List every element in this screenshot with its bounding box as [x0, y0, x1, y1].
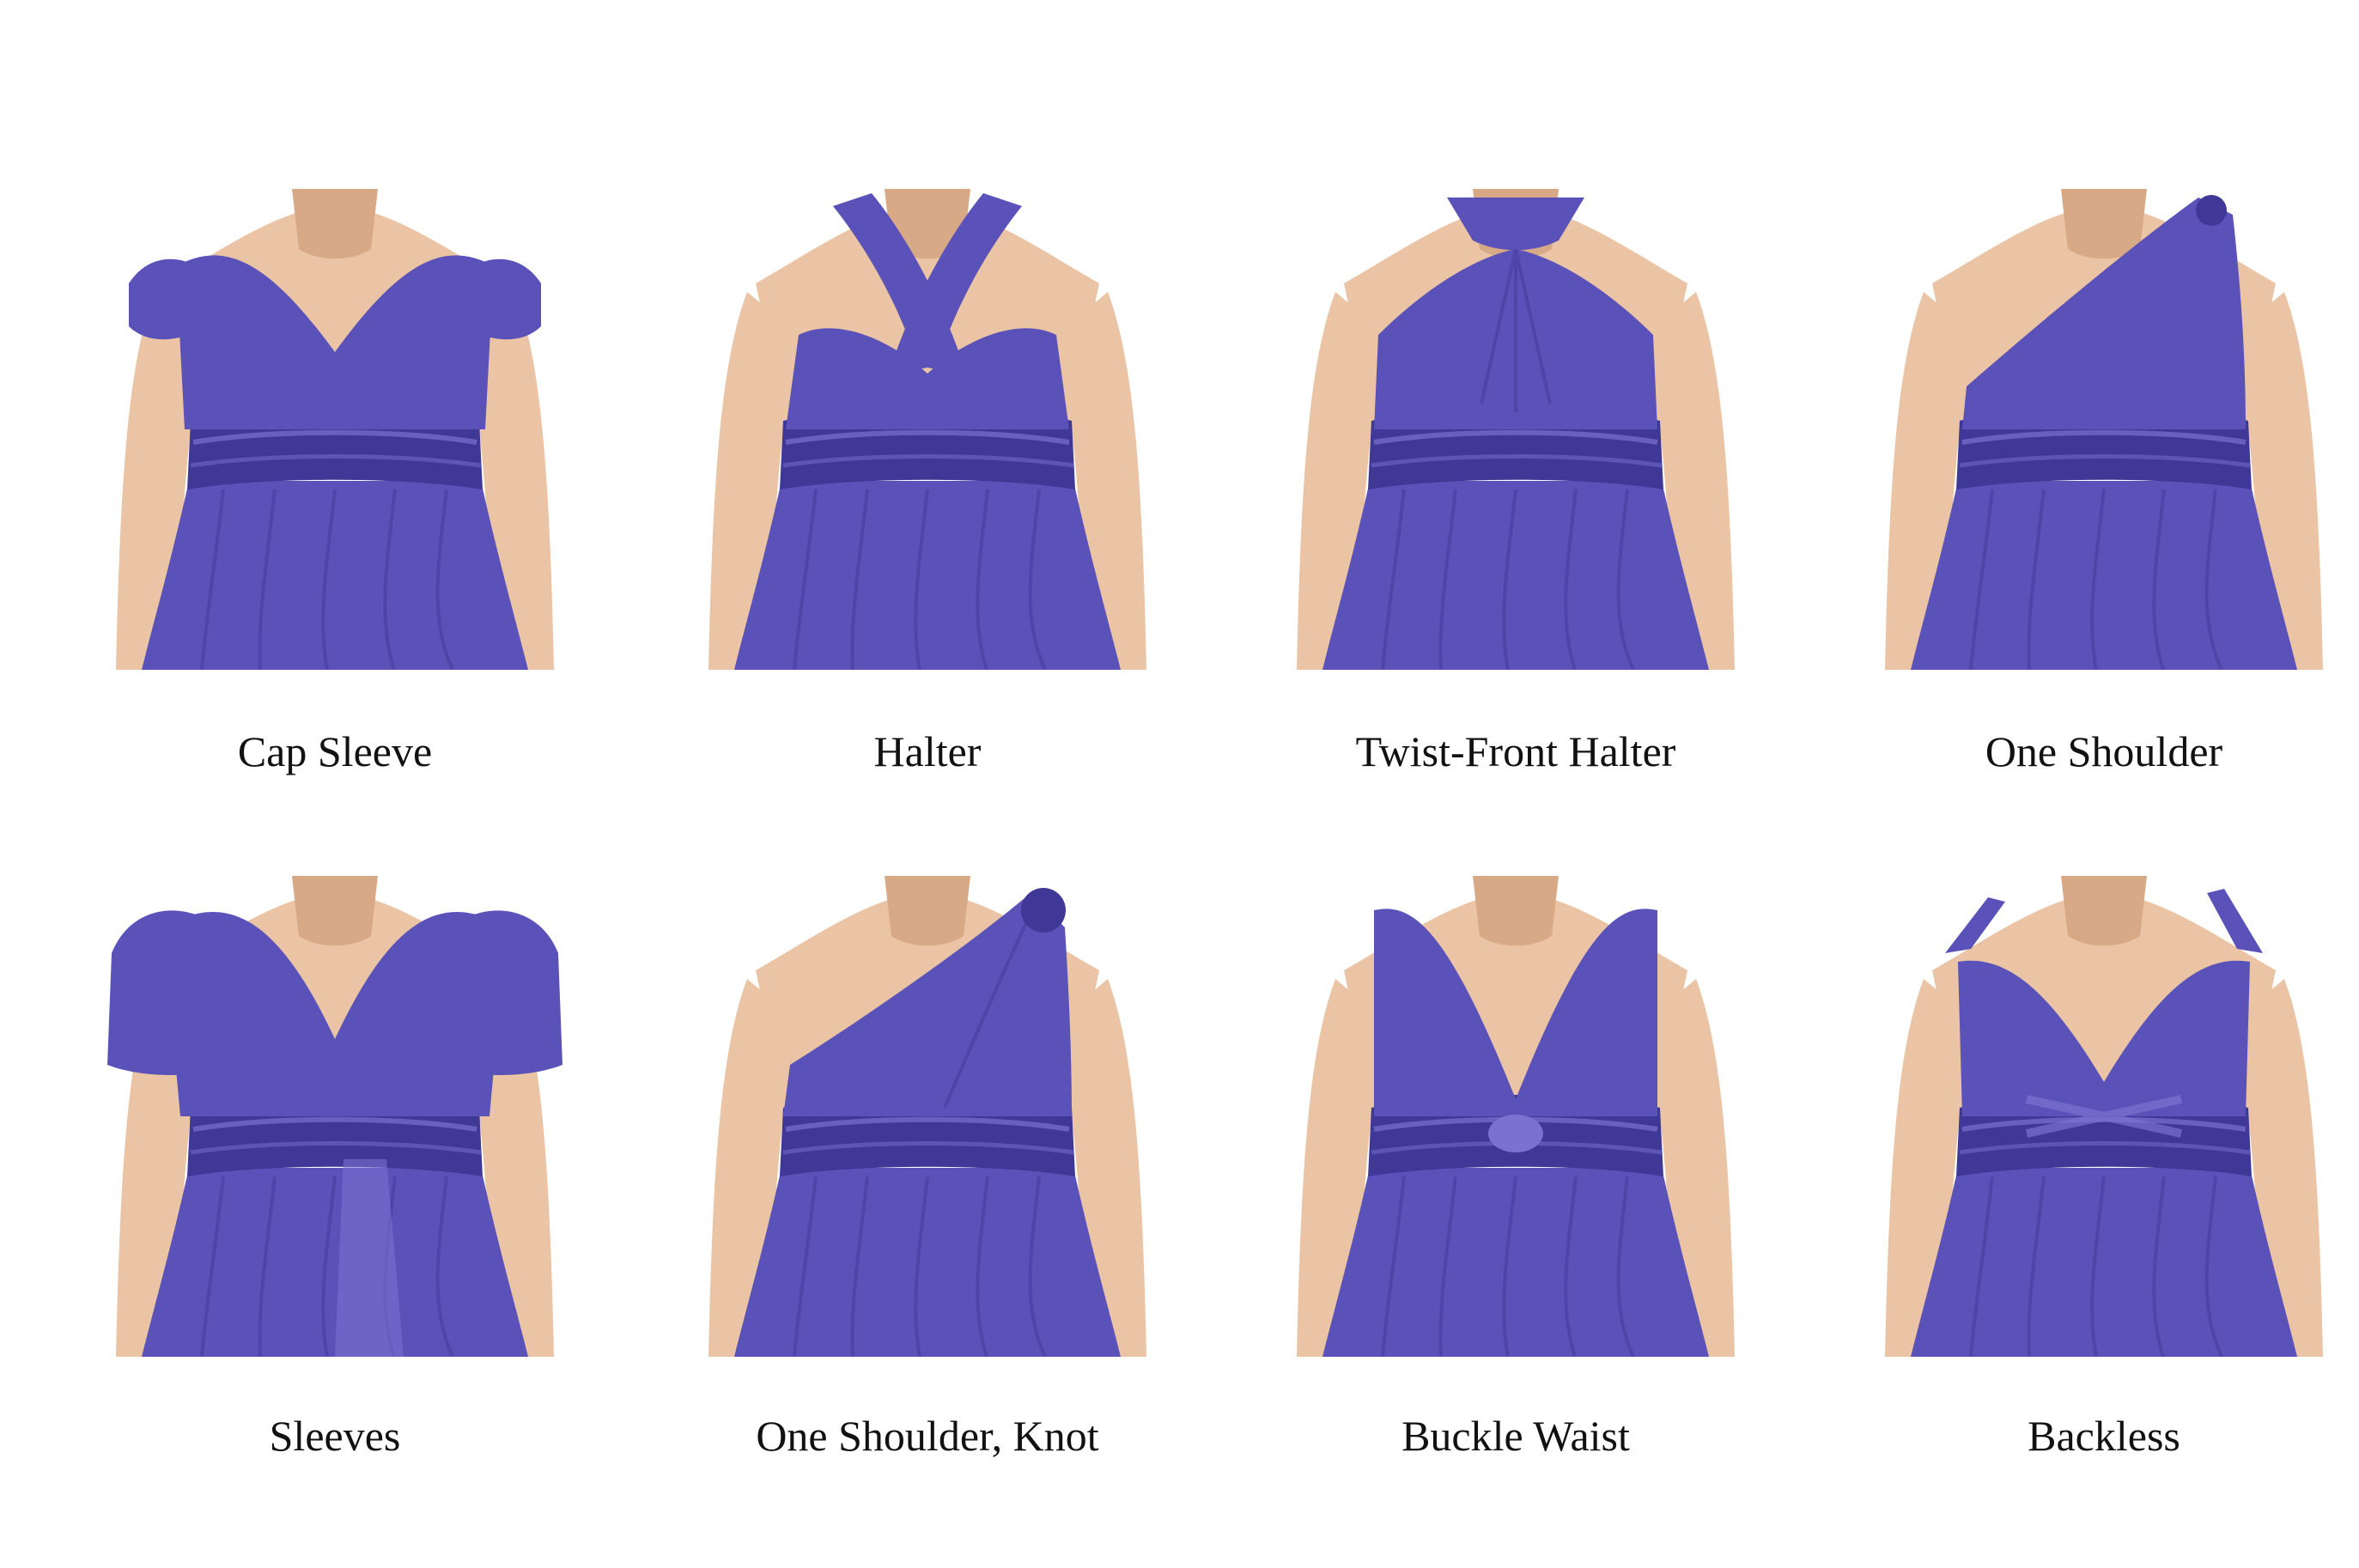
neck [1473, 876, 1559, 946]
style-caption: Buckle Waist [1401, 1412, 1630, 1460]
one-shoulder-knot-dress-photo [687, 876, 1168, 1357]
skirt [1322, 1168, 1709, 1357]
cap-sleeve-dress-photo [94, 189, 575, 670]
cap-sleeve-dress-image [116, 189, 554, 670]
shoulder-gather [2196, 195, 2227, 226]
style-caption: One Shoulder [1985, 727, 2223, 775]
buckle-waist-dress-image [1297, 876, 1735, 1357]
neck [2061, 876, 2147, 946]
skirt [734, 1168, 1121, 1357]
one-shoulder-dress-photo [1863, 189, 2344, 670]
style-caption: One Shoulder, Knot [756, 1412, 1099, 1460]
sleeve [472, 258, 541, 340]
shoulder-knot [1021, 888, 1066, 933]
skirt [142, 1168, 528, 1357]
buckle-twist [1488, 1115, 1543, 1152]
one-shoulder-dress-image [1885, 189, 2323, 670]
style-caption: Backless [2028, 1412, 2180, 1460]
style-caption: Halter [873, 727, 982, 775]
halter-dress-photo [687, 189, 1168, 670]
one-shoulder-knot-dress-image [708, 876, 1146, 1357]
neck [885, 876, 970, 946]
sleeve [464, 910, 562, 1075]
skirt [734, 481, 1121, 670]
backless-dress-image [1885, 876, 2323, 1357]
sleeves-dress-image [107, 876, 562, 1357]
skirt [1322, 481, 1709, 670]
style-caption: Sleeves [269, 1412, 401, 1460]
style-caption: Cap Sleeve [237, 727, 433, 775]
skirt [142, 481, 528, 670]
dress-styles-grid: Cap Sleeve Halter Twist-Front Halter One… [0, 0, 2359, 1568]
sleeve [107, 910, 206, 1075]
sleeves-dress-photo [94, 876, 575, 1357]
halter-dress-image [708, 189, 1146, 670]
style-caption: Twist-Front Halter [1355, 727, 1676, 775]
neck [292, 189, 378, 259]
buckle-waist-dress-photo [1275, 876, 1756, 1357]
skirt [1911, 481, 2297, 670]
twist-front-halter-dress-photo [1275, 189, 1756, 670]
sleeve [129, 258, 198, 340]
skirt [1911, 1168, 2297, 1357]
backless-dress-photo [1863, 876, 2344, 1357]
neck [292, 876, 378, 946]
twist-front-halter-dress-image [1297, 189, 1735, 670]
